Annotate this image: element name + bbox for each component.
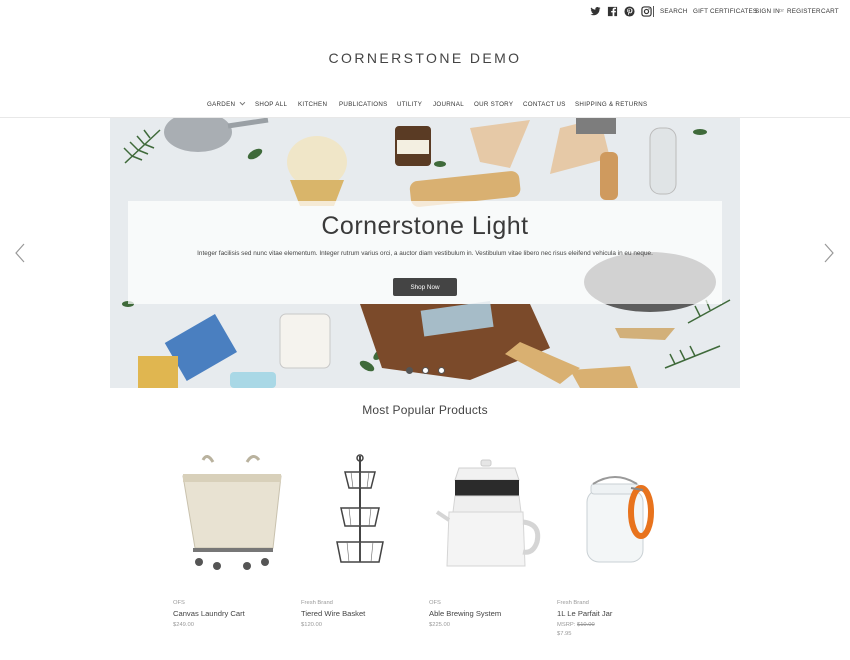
product-brand: Fresh Brand bbox=[557, 600, 589, 606]
carousel-prev-button[interactable] bbox=[14, 243, 26, 263]
nav-item-kitchen[interactable]: Kitchen bbox=[298, 101, 327, 108]
product-image[interactable] bbox=[301, 450, 419, 580]
pinterest-icon[interactable] bbox=[624, 6, 635, 17]
nav-item-label: Garden bbox=[207, 101, 236, 108]
msrp-value: $10.00 bbox=[576, 622, 595, 628]
nav-item-shipping-returns[interactable]: Shipping & Returns bbox=[575, 101, 647, 108]
chevron-left-icon bbox=[15, 243, 25, 263]
product-name[interactable]: Tiered Wire Basket bbox=[301, 609, 365, 618]
instagram-icon[interactable] bbox=[641, 6, 652, 17]
carousel-next-button[interactable] bbox=[823, 243, 835, 263]
product-brand: OFS bbox=[429, 600, 441, 606]
msrp-label: MSRP: bbox=[557, 622, 576, 628]
chevron-right-icon bbox=[824, 243, 834, 263]
nav-item-utility[interactable]: Utility bbox=[397, 101, 422, 108]
product-price: $7.95 bbox=[557, 631, 572, 637]
carousel-dot-3[interactable] bbox=[438, 367, 445, 374]
nav-item-our-story[interactable]: Our Story bbox=[474, 101, 513, 108]
search-link[interactable]: Search bbox=[660, 8, 687, 15]
top-bar-divider bbox=[653, 6, 654, 17]
cart-link[interactable]: Cart bbox=[821, 8, 839, 15]
store-logo[interactable]: CORNERSTONE DEMO bbox=[0, 50, 850, 66]
twitter-icon[interactable] bbox=[590, 6, 601, 17]
nav-item-garden[interactable]: Garden bbox=[207, 99, 246, 108]
gift-certificates-link[interactable]: Gift Certificates bbox=[693, 8, 757, 15]
carousel-dot-1[interactable] bbox=[406, 367, 413, 374]
nav-item-journal[interactable]: Journal bbox=[433, 101, 464, 108]
product-card[interactable]: OFS Canvas Laundry Cart $249.00 bbox=[173, 450, 291, 650]
product-card[interactable]: Fresh Brand 1L Le Parfait Jar MSRP: $10.… bbox=[557, 450, 675, 650]
product-image[interactable] bbox=[173, 450, 291, 580]
product-card[interactable]: Fresh Brand Tiered Wire Basket $120.00 bbox=[301, 450, 419, 650]
product-brand: OFS bbox=[173, 600, 185, 606]
product-brand: Fresh Brand bbox=[301, 600, 333, 606]
product-name[interactable]: Able Brewing System bbox=[429, 609, 501, 618]
hero-description: Integer facilisis sed nunc vitae element… bbox=[197, 250, 653, 257]
product-price: $225.00 bbox=[429, 622, 450, 628]
product-card[interactable]: OFS Able Brewing System $225.00 bbox=[429, 450, 547, 650]
product-msrp: MSRP: $10.00 bbox=[557, 622, 595, 628]
sign-in-link[interactable]: Sign in bbox=[755, 8, 780, 15]
hero-carousel: Cornerstone Light Integer facilisis sed … bbox=[110, 118, 740, 388]
product-image[interactable] bbox=[429, 450, 547, 580]
register-link[interactable]: Register bbox=[787, 8, 821, 15]
top-bar: Search Gift Certificates Sign in or Regi… bbox=[0, 0, 850, 24]
product-image[interactable] bbox=[557, 450, 675, 580]
facebook-icon[interactable] bbox=[607, 6, 618, 17]
or-text: or bbox=[779, 8, 785, 14]
product-price: $120.00 bbox=[301, 622, 322, 628]
carousel-dot-2[interactable] bbox=[422, 367, 429, 374]
carousel-dots bbox=[406, 367, 445, 374]
social-links bbox=[590, 6, 652, 17]
hero-title: Cornerstone Light bbox=[321, 212, 529, 240]
section-title: Most Popular Products bbox=[362, 403, 488, 417]
nav-item-contact-us[interactable]: Contact Us bbox=[523, 101, 566, 108]
product-name[interactable]: 1L Le Parfait Jar bbox=[557, 609, 612, 618]
chevron-down-icon bbox=[239, 99, 246, 106]
product-price: $249.00 bbox=[173, 622, 194, 628]
main-nav: Garden Shop All Kitchen Publications Uti… bbox=[0, 99, 850, 111]
nav-item-shop-all[interactable]: Shop All bbox=[255, 101, 287, 108]
product-name[interactable]: Canvas Laundry Cart bbox=[173, 609, 245, 618]
nav-item-publications[interactable]: Publications bbox=[339, 101, 388, 108]
shop-now-button[interactable]: Shop Now bbox=[393, 278, 457, 296]
